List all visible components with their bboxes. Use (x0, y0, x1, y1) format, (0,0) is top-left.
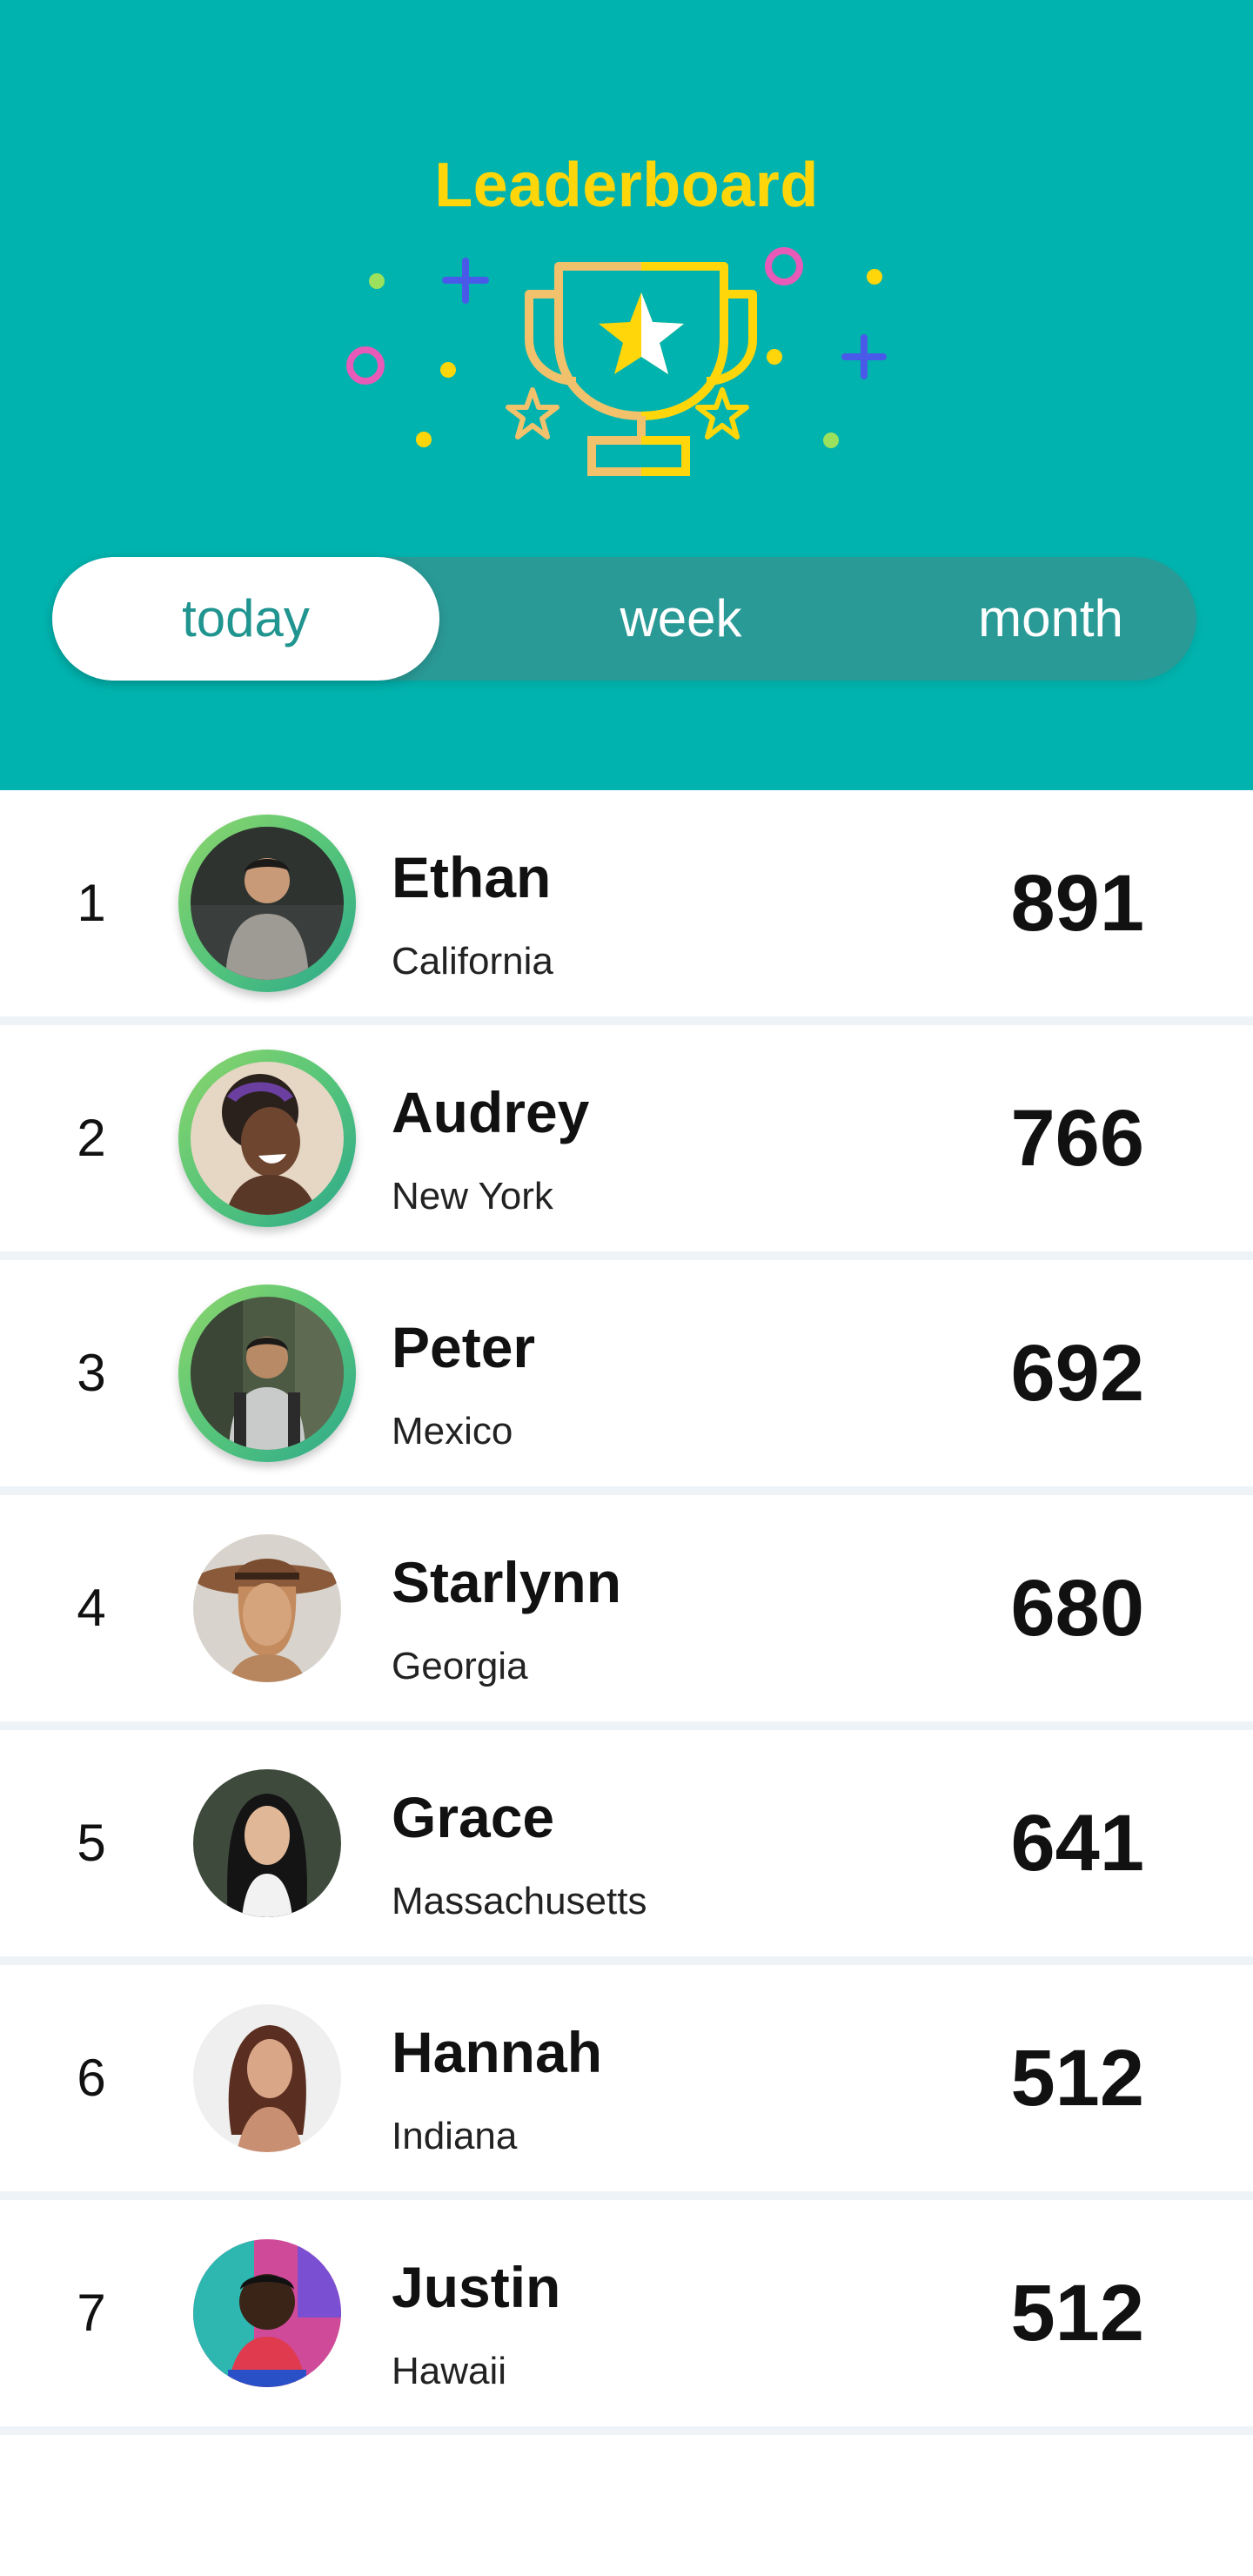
player-score: 680 (1010, 1564, 1145, 1653)
player-name: Justin (392, 2255, 561, 2319)
avatar-photo (191, 827, 344, 980)
page-title: Leaderboard (434, 151, 819, 220)
rank-number: 2 (77, 1109, 106, 1167)
player-location: New York (392, 1175, 553, 1218)
avatar (178, 1050, 356, 1227)
tab-today[interactable]: today (52, 557, 439, 681)
table-row[interactable]: 1 Ethan California 891 (0, 790, 1253, 1025)
table-row[interactable]: 3 Peter Mexico 692 (0, 1260, 1253, 1495)
avatar-photo (193, 1769, 341, 1917)
avatar-photo (193, 2004, 341, 2152)
player-location: Hawaii (392, 2350, 507, 2392)
table-row[interactable]: 7 Justin Hawaii 512 (0, 2200, 1253, 2435)
rank-number: 4 (77, 1579, 106, 1637)
trophy-icon (346, 247, 887, 476)
avatar-photo (193, 2239, 341, 2387)
player-name: Hannah (392, 2020, 603, 2084)
period-tabs: week month today (52, 557, 1196, 681)
avatar (193, 2239, 341, 2387)
rank-number: 7 (77, 2284, 106, 2342)
player-score: 512 (1010, 2034, 1145, 2123)
player-score: 692 (1010, 1329, 1145, 1418)
player-name: Peter (392, 1315, 536, 1379)
avatar-photo (191, 1062, 344, 1215)
table-row[interactable]: 6 Hannah Indiana 512 (0, 1965, 1253, 2200)
player-location: Indiana (392, 2115, 518, 2157)
player-location: Georgia (392, 1645, 528, 1687)
tab-month[interactable]: month (857, 557, 1244, 681)
header: Leaderboard week month today (0, 0, 1253, 790)
avatar (178, 1285, 356, 1462)
player-score: 512 (1010, 2269, 1145, 2358)
leaderboard-screen: Leaderboard week month today 1 Ethan Cal… (0, 0, 1253, 2576)
rank-number: 6 (77, 2049, 106, 2107)
rank-number: 1 (77, 874, 106, 932)
avatar (178, 815, 356, 992)
player-name: Grace (392, 1785, 555, 1849)
rank-number: 3 (77, 1344, 106, 1402)
player-location: California (392, 940, 553, 983)
avatar-photo (193, 1534, 341, 1682)
player-name: Starlynn (392, 1550, 622, 1614)
table-row[interactable]: 4 Starlynn Georgia 680 (0, 1495, 1253, 1730)
tab-week[interactable]: week (487, 557, 874, 681)
player-location: Massachusetts (392, 1880, 647, 1922)
leaderboard-list: 1 Ethan California 891 2 Audrey New York… (0, 790, 1253, 2435)
avatar-photo (191, 1297, 344, 1450)
table-row[interactable]: 5 Grace Massachusetts 641 (0, 1730, 1253, 1965)
player-name: Audrey (392, 1080, 590, 1144)
player-name: Ethan (392, 845, 552, 909)
avatar (193, 1769, 341, 1917)
avatar (193, 1534, 341, 1682)
table-row[interactable]: 2 Audrey New York 766 (0, 1025, 1253, 1260)
player-score: 766 (1010, 1094, 1145, 1183)
avatar (193, 2004, 341, 2152)
player-location: Mexico (392, 1410, 513, 1452)
player-score: 641 (1010, 1799, 1145, 1888)
rank-number: 5 (77, 1814, 106, 1872)
player-score: 891 (1010, 859, 1145, 948)
